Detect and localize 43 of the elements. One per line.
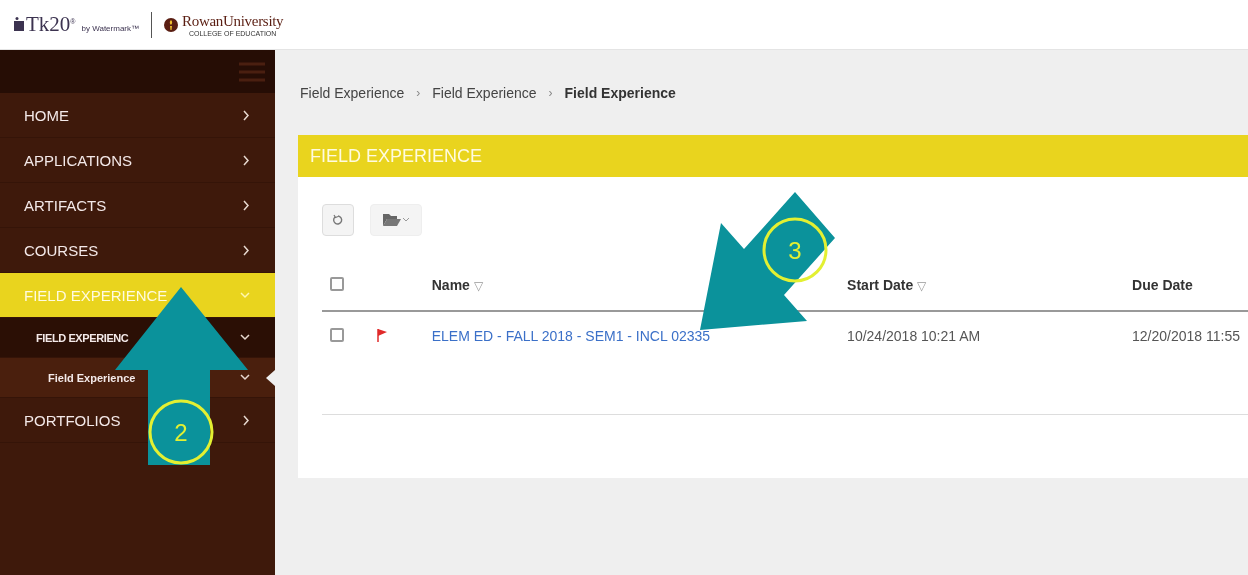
sidebar-item-label: COURSES: [24, 241, 99, 259]
sidebar-item-label: APPLICATIONS: [24, 151, 133, 169]
table-cell: 12/20/2018 11:55: [1132, 328, 1240, 344]
chevron-right-icon: [243, 109, 250, 121]
breadcrumb-link[interactable]: Field Experience: [432, 84, 537, 101]
product-byline: by Watermark™: [81, 24, 139, 33]
chevron-right-icon: [243, 244, 250, 256]
torch-logo-icon: [164, 17, 178, 32]
step-number: 3: [788, 237, 802, 264]
chevron-down-icon: [240, 334, 250, 341]
chevron-right-icon: [243, 414, 250, 426]
step-circle: [148, 399, 214, 465]
chevron-right-icon: [243, 199, 250, 211]
sidebar-item-label: PORTFOLIOS: [24, 411, 121, 429]
table-cell: 10/24/2018 10:21 AM: [847, 328, 981, 344]
breadcrumb-separator: ›: [416, 85, 421, 100]
school-name: RowanUniversity: [182, 12, 284, 30]
breadcrumb-separator: ›: [548, 85, 553, 100]
folder-icon: [383, 213, 401, 227]
chevron-down-icon: [240, 374, 250, 381]
chevron-down-icon: [240, 291, 250, 299]
refresh-button[interactable]: [322, 204, 354, 236]
column-header[interactable]: Start Date: [847, 277, 914, 293]
item-link[interactable]: ELEM ED - FALL 2018 - SEM1 - INCL 02335: [431, 328, 711, 344]
chevron-right-icon: [243, 154, 250, 166]
caret-icon: [403, 218, 409, 222]
sidebar-item-label: FIELD EXPERIENC: [36, 331, 129, 344]
column-header[interactable]: Due Date: [1132, 277, 1193, 293]
sidebar-item-label: ARTIFACTS: [24, 196, 107, 214]
step-circle: [762, 217, 828, 283]
breadcrumb-link[interactable]: Field Experience: [300, 84, 405, 101]
sidebar-item-label: HOME: [24, 106, 69, 124]
logo-icon: [14, 17, 24, 31]
refresh-icon: [332, 214, 344, 226]
sidebar-item-label: FIELD EXPERIENCE: [24, 286, 168, 304]
step-number: 2: [174, 419, 188, 446]
product-logo: Tk20: [26, 12, 71, 37]
column-header[interactable]: Name: [431, 277, 470, 293]
folder-dropdown-button[interactable]: [370, 204, 422, 236]
panel-title: FIELD EXPERIENCE: [298, 135, 1248, 177]
sidebar-item-label: Field Experience: [48, 371, 136, 384]
row-checkbox[interactable]: [330, 327, 344, 342]
select-all-checkbox[interactable]: [330, 276, 344, 291]
